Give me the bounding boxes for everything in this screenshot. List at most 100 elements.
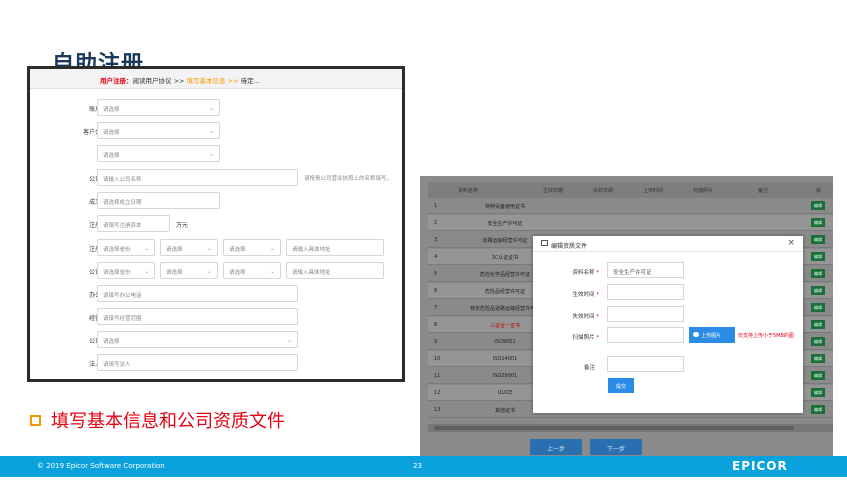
edit-button[interactable]: 编辑 xyxy=(811,201,825,210)
required-mark: * xyxy=(596,270,599,276)
scan-photo-field[interactable] xyxy=(607,327,684,343)
customer-company-value: 请选择 xyxy=(103,130,120,136)
company-city-select[interactable]: 请选择 ⌄ xyxy=(160,262,218,279)
bullet-text: 填写基本信息和公司资质文件 xyxy=(51,411,285,432)
chevron-down-icon: ⌄ xyxy=(206,268,212,275)
reg-capital-input[interactable]: 请填写注册资本 xyxy=(97,215,170,232)
company-address-detail-input[interactable]: 请输入具体地址 xyxy=(286,262,384,279)
next-step-button[interactable]: 下一步 xyxy=(590,439,642,455)
remark-input[interactable] xyxy=(607,356,684,372)
business-scope-input[interactable]: 请填写经营范围 xyxy=(97,308,298,325)
required-mark: * xyxy=(596,292,599,298)
breadcrumb-step-basic-info[interactable]: 填写基本信息 >> xyxy=(187,77,241,85)
office-phone-row: 办公电话 * 请填写办公电话 xyxy=(30,285,402,303)
type-select[interactable]: 请选择 ⌄ xyxy=(97,145,220,162)
expiry-time-input[interactable] xyxy=(607,306,684,322)
close-icon[interactable]: × xyxy=(787,239,795,248)
edit-button[interactable]: 编辑 xyxy=(811,388,825,397)
edit-qualification-dialog: 编辑资质文件 × 资料名称 * 安全生产许可证 生效时间 * 失效时间 * 扫描… xyxy=(533,236,803,413)
edit-button[interactable]: 编辑 xyxy=(811,405,825,414)
company-nature-value: 请选择 xyxy=(103,339,120,345)
legal-rep-row: 法人代表 * 请填写法人 xyxy=(30,354,402,372)
edit-button[interactable]: 编辑 xyxy=(811,371,825,380)
dialog-title: 编辑资质文件 xyxy=(551,243,588,250)
required-mark: * xyxy=(596,314,599,320)
chevron-down-icon: ⌄ xyxy=(143,268,149,275)
edit-button[interactable]: 编辑 xyxy=(811,303,825,312)
account-type-select[interactable]: 请选择 ⌄ xyxy=(97,99,220,116)
row-number: 5 xyxy=(434,271,438,277)
company-city-value: 请选择 xyxy=(166,270,183,276)
breadcrumb-step-pending: 待定... xyxy=(240,77,260,85)
row-number: 12 xyxy=(434,390,441,396)
required-mark: * xyxy=(596,335,599,341)
upload-size-note: 仅支持上传小于5MB的图 xyxy=(738,333,794,339)
edit-button[interactable]: 编辑 xyxy=(811,337,825,346)
prev-step-button[interactable]: 上一步 xyxy=(530,439,582,455)
horizontal-scrollbar[interactable] xyxy=(428,424,833,432)
row-number: 13 xyxy=(434,407,441,413)
row-number: 8 xyxy=(434,322,438,328)
upload-image-button[interactable]: 上传图片 xyxy=(689,327,735,343)
chevron-down-icon: ⌄ xyxy=(206,245,212,252)
company-province-value: 请选择省份 xyxy=(103,270,131,276)
header-effective-date: 生效日期 xyxy=(543,188,564,194)
registration-form-screenshot: 用户注册：阅读用户协议 >> 填写基本信息 >> 待定... 账户性质 * 请选… xyxy=(27,66,405,382)
reg-province-select[interactable]: 请选择省份 ⌄ xyxy=(97,239,155,256)
row-number: 3 xyxy=(434,237,438,243)
company-nature-row: 公司性质 * 请选择⌄ xyxy=(30,331,402,349)
header-remark: 备注 xyxy=(758,188,769,194)
customer-company-select[interactable]: 请选择 ⌄ xyxy=(97,122,220,139)
company-name-input[interactable]: 请输入公司名称 xyxy=(97,169,298,186)
row-number: 1 xyxy=(434,203,438,209)
company-province-select[interactable]: 请选择省份 ⌄ xyxy=(97,262,155,279)
header-doc-name: 资料名称 xyxy=(458,188,479,194)
breadcrumb-step-agreement[interactable]: 阅读用户协议 >> xyxy=(133,77,187,85)
reg-province-value: 请选择省份 xyxy=(103,247,131,253)
edit-button[interactable]: 编辑 xyxy=(811,269,825,278)
company-district-select[interactable]: 请选择 ⌄ xyxy=(223,262,281,279)
legal-rep-input[interactable]: 请填写法人 xyxy=(97,354,298,371)
effective-time-input[interactable] xyxy=(607,284,684,300)
window-icon xyxy=(541,240,548,246)
edit-button[interactable]: 编辑 xyxy=(811,286,825,295)
founded-date-row: 成立日期 * 请选择成立日期 xyxy=(30,192,402,210)
founded-date-input[interactable]: 请选择成立日期 xyxy=(97,192,220,209)
edit-button[interactable]: 编辑 xyxy=(811,252,825,261)
chevron-down-icon: ⌄ xyxy=(208,151,214,158)
doc-name-input[interactable]: 安全生产许可证 xyxy=(607,262,684,278)
company-address-row: 公司地址 * 请选择省份⌄ 请选择⌄ 请选择⌄ 请输入具体地址 xyxy=(30,262,402,280)
effective-time-label: 生效时间 xyxy=(572,292,595,298)
dialog-header: 编辑资质文件 × xyxy=(533,236,803,252)
reg-city-value: 请选择 xyxy=(166,247,183,253)
company-name-row: 公司名称 * 请输入公司名称 请按贵公司营业执照上的名称填写。 xyxy=(30,169,402,187)
scrollbar-thumb[interactable] xyxy=(434,426,794,430)
header-scan-photo: 扫描照片 xyxy=(693,188,714,194)
page-number: 23 xyxy=(413,462,422,470)
type-value: 请选择 xyxy=(103,153,120,159)
edit-button[interactable]: 编辑 xyxy=(811,354,825,363)
chevron-down-icon: ⌄ xyxy=(143,245,149,252)
row-number: 4 xyxy=(434,254,438,260)
row-number: 6 xyxy=(434,288,438,294)
reg-city-select[interactable]: 请选择 ⌄ xyxy=(160,239,218,256)
header-action: 操 xyxy=(816,188,822,194)
reg-district-select[interactable]: 请选择 ⌄ xyxy=(223,239,281,256)
company-nature-select[interactable]: 请选择 ⌄ xyxy=(97,331,298,348)
chevron-down-icon: ⌄ xyxy=(269,245,275,252)
table-row: 1 特种设备使用证书 编辑 xyxy=(428,198,833,214)
reg-address-detail-input[interactable]: 请输入具体地址 xyxy=(286,239,384,256)
breadcrumb: 用户注册：阅读用户协议 >> 填写基本信息 >> 待定... xyxy=(30,69,402,89)
edit-button[interactable]: 编辑 xyxy=(811,218,825,227)
business-scope-row: 经营范围 * 请填写经营范围 xyxy=(30,308,402,326)
company-name-hint: 请按贵公司营业执照上的名称填写。 xyxy=(304,176,393,182)
chevron-down-icon: ⌄ xyxy=(208,128,214,135)
epicor-logo: EPICOR xyxy=(732,459,788,473)
submit-button[interactable]: 提交 xyxy=(608,378,634,393)
row-number: 11 xyxy=(434,373,441,379)
chevron-down-icon: ⌄ xyxy=(208,105,214,112)
edit-button[interactable]: 编辑 xyxy=(811,320,825,329)
office-phone-input[interactable]: 请填写办公电话 xyxy=(97,285,298,302)
copyright-text: © 2019 Epicor Software Corporation xyxy=(37,462,165,470)
edit-button[interactable]: 编辑 xyxy=(811,235,825,244)
